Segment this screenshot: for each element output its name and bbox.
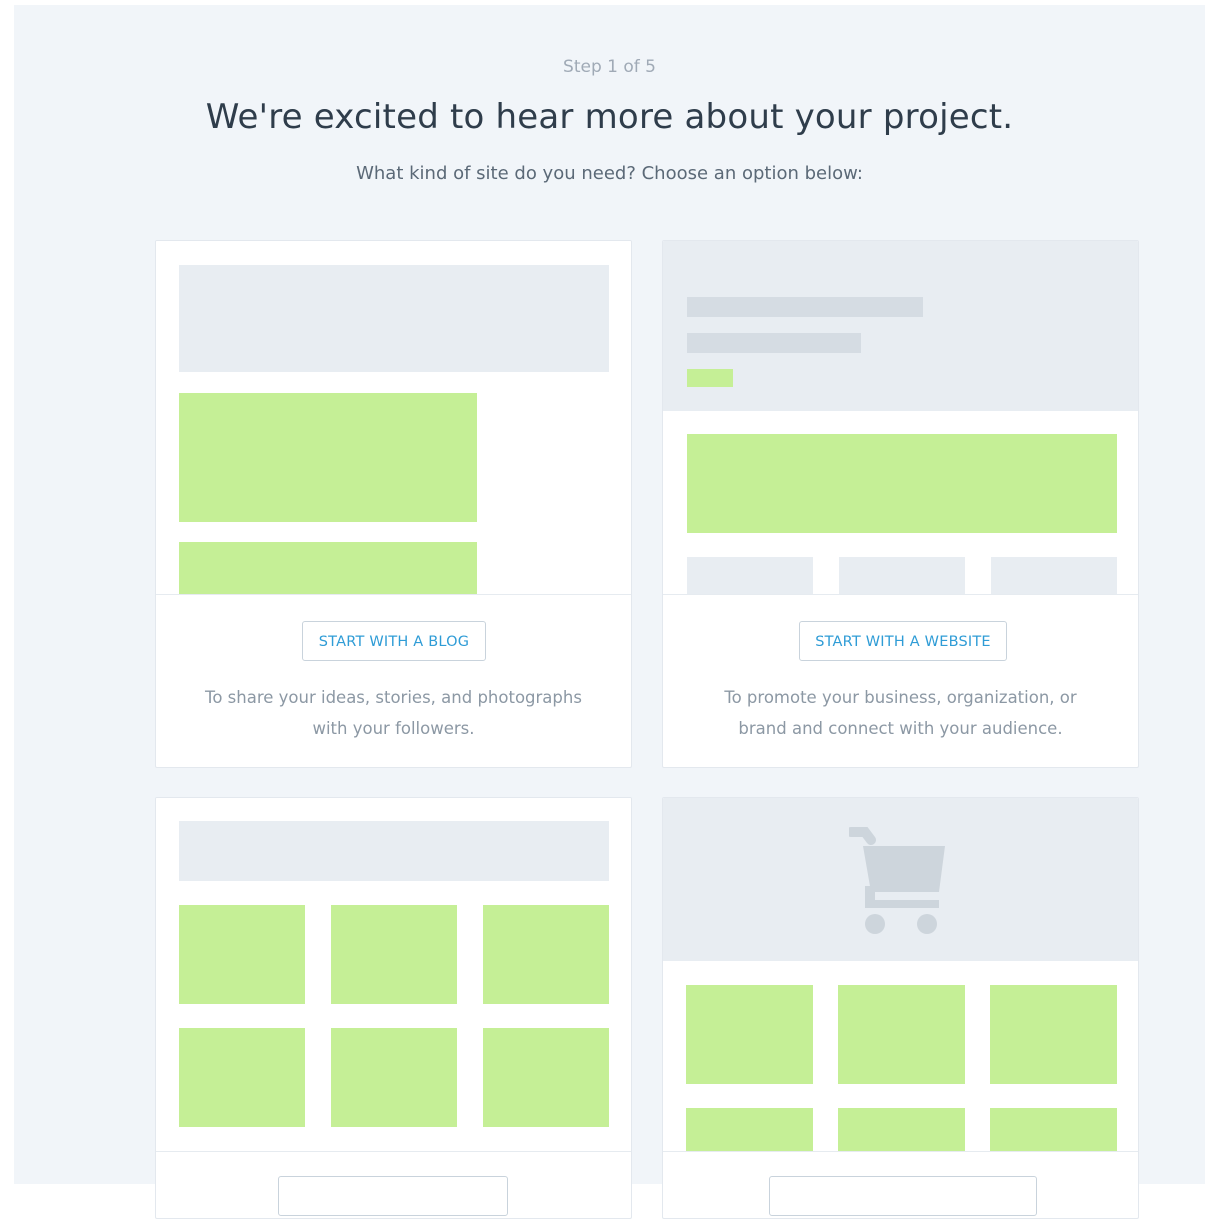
preview-header-block	[179, 265, 609, 372]
website-preview-illustration	[663, 241, 1138, 594]
start-with-website-button[interactable]: START WITH A WEBSITE	[799, 621, 1007, 661]
page-subtitle: What kind of site do you need? Choose an…	[356, 163, 863, 184]
description-line: brand and connect with your audience.	[738, 719, 1063, 738]
shopping-cart-icon	[849, 827, 945, 934]
option-button-portfolio[interactable]	[278, 1176, 508, 1216]
description-line: with your followers.	[312, 719, 475, 738]
description-line: To share your ideas, stories, and photog…	[205, 688, 582, 707]
preview-header-block	[179, 821, 609, 881]
card-divider	[156, 1151, 631, 1152]
preview-gallery-tile	[179, 1028, 305, 1127]
store-preview-illustration	[663, 798, 1138, 1151]
card-divider	[156, 594, 631, 595]
preview-feature-block	[991, 557, 1117, 594]
preview-feature-block	[687, 557, 813, 594]
preview-post-block	[179, 542, 477, 594]
preview-heading-bar	[687, 297, 923, 317]
preview-banner-block	[687, 434, 1117, 533]
preview-gallery-tile	[483, 905, 609, 1004]
option-card-website[interactable]: START WITH A WEBSITE To promote your bus…	[662, 240, 1139, 768]
preview-cta-block	[687, 369, 733, 387]
preview-product-tile	[838, 985, 965, 1084]
preview-product-tile	[838, 1108, 965, 1151]
option-card-store[interactable]	[662, 797, 1139, 1219]
preview-gallery-tile	[331, 1028, 457, 1127]
preview-gallery-tile	[179, 905, 305, 1004]
preview-product-tile	[990, 1108, 1117, 1151]
option-button-store[interactable]	[769, 1176, 1037, 1216]
preview-gallery-tile	[331, 905, 457, 1004]
preview-hero-area	[663, 241, 1138, 411]
preview-product-tile	[990, 985, 1117, 1084]
description-line: To promote your business, organization, …	[724, 688, 1077, 707]
preview-post-block	[179, 393, 477, 522]
page-background: Step 1 of 5 We're excited to hear more a…	[14, 5, 1205, 1219]
option-card-blog[interactable]: START WITH A BLOG To share your ideas, s…	[155, 240, 632, 768]
option-card-portfolio[interactable]	[155, 797, 632, 1219]
page-title: We're excited to hear more about your pr…	[205, 97, 1014, 137]
card-divider	[663, 594, 1138, 595]
preview-product-tile	[686, 985, 813, 1084]
website-description: To promote your business, organization, …	[683, 682, 1118, 744]
blog-preview-illustration	[156, 241, 631, 594]
blog-description: To share your ideas, stories, and photog…	[176, 682, 611, 744]
preview-feature-block	[839, 557, 965, 594]
preview-gallery-tile	[483, 1028, 609, 1127]
portfolio-preview-illustration	[156, 798, 631, 1151]
preview-subheading-bar	[687, 333, 861, 353]
start-with-blog-button[interactable]: START WITH A BLOG	[302, 621, 486, 661]
preview-product-tile	[686, 1108, 813, 1151]
card-divider	[663, 1151, 1138, 1152]
step-indicator: Step 1 of 5	[563, 57, 656, 77]
